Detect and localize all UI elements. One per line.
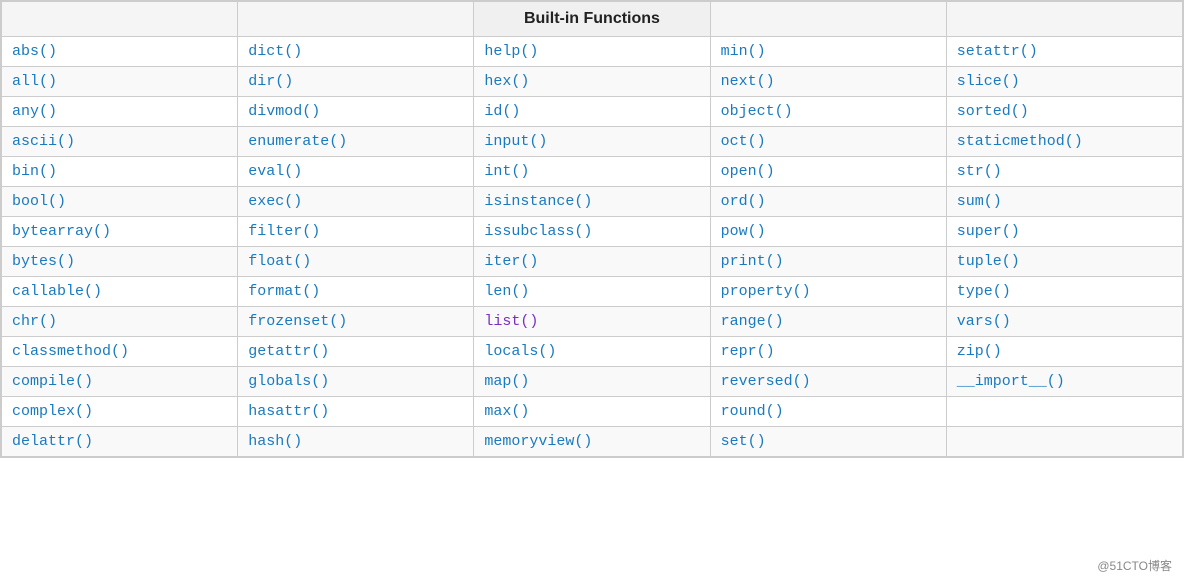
table-cell: chr() (2, 307, 238, 337)
table-cell: format() (238, 277, 474, 307)
table-cell: compile() (2, 367, 238, 397)
table-row: bool()exec()isinstance()ord()sum() (2, 187, 1183, 217)
table-cell: max() (474, 397, 710, 427)
table-cell: oct() (710, 127, 946, 157)
table-cell: min() (710, 37, 946, 67)
table-cell: memoryview() (474, 427, 710, 457)
table-row: classmethod()getattr()locals()repr()zip(… (2, 337, 1183, 367)
table-cell: bytes() (2, 247, 238, 277)
table-cell: open() (710, 157, 946, 187)
table-cell: pow() (710, 217, 946, 247)
table-cell: len() (474, 277, 710, 307)
table-row: delattr()hash()memoryview()set() (2, 427, 1183, 457)
table-cell: slice() (946, 67, 1182, 97)
table-cell: reversed() (710, 367, 946, 397)
table-cell: hex() (474, 67, 710, 97)
watermark-label: @51CTO博客 (1097, 557, 1172, 574)
table-row: abs()dict()help()min()setattr() (2, 37, 1183, 67)
table-cell: bin() (2, 157, 238, 187)
table-cell (946, 427, 1182, 457)
main-container: Built-in Functions abs()dict()help()min(… (0, 0, 1184, 458)
table-cell: str() (946, 157, 1182, 187)
table-cell: int() (474, 157, 710, 187)
table-cell: sum() (946, 187, 1182, 217)
table-cell: abs() (2, 37, 238, 67)
table-cell: map() (474, 367, 710, 397)
table-cell: vars() (946, 307, 1182, 337)
table-row: compile()globals()map()reversed()__impor… (2, 367, 1183, 397)
table-row: bytes()float()iter()print()tuple() (2, 247, 1183, 277)
table-cell: sorted() (946, 97, 1182, 127)
table-row: ascii()enumerate()input()oct()staticmeth… (2, 127, 1183, 157)
table-cell: locals() (474, 337, 710, 367)
table-cell: bytearray() (2, 217, 238, 247)
table-cell: divmod() (238, 97, 474, 127)
table-cell: dict() (238, 37, 474, 67)
table-cell: enumerate() (238, 127, 474, 157)
table-cell: __import__() (946, 367, 1182, 397)
col-header-2 (238, 2, 474, 37)
table-cell: super() (946, 217, 1182, 247)
table-cell: next() (710, 67, 946, 97)
table-cell (946, 397, 1182, 427)
table-cell: ord() (710, 187, 946, 217)
table-cell: all() (2, 67, 238, 97)
table-cell: property() (710, 277, 946, 307)
table-cell: delattr() (2, 427, 238, 457)
table-cell: isinstance() (474, 187, 710, 217)
table-cell: object() (710, 97, 946, 127)
col-header-4 (710, 2, 946, 37)
table-cell: hash() (238, 427, 474, 457)
table-cell: getattr() (238, 337, 474, 367)
table-cell: globals() (238, 367, 474, 397)
table-cell: issubclass() (474, 217, 710, 247)
table-cell: float() (238, 247, 474, 277)
table-cell: list() (474, 307, 710, 337)
table-cell: filter() (238, 217, 474, 247)
table-cell: staticmethod() (946, 127, 1182, 157)
table-row: bin()eval()int()open()str() (2, 157, 1183, 187)
table-cell: bool() (2, 187, 238, 217)
table-row: all()dir()hex()next()slice() (2, 67, 1183, 97)
table-row: chr()frozenset()list()range()vars() (2, 307, 1183, 337)
table-cell: any() (2, 97, 238, 127)
table-title: Built-in Functions (474, 2, 710, 37)
table-cell: callable() (2, 277, 238, 307)
table-cell: zip() (946, 337, 1182, 367)
table-row: bytearray()filter()issubclass()pow()supe… (2, 217, 1183, 247)
table-row: any()divmod()id()object()sorted() (2, 97, 1183, 127)
table-cell: setattr() (946, 37, 1182, 67)
table-cell: ascii() (2, 127, 238, 157)
table-cell: exec() (238, 187, 474, 217)
table-row: complex()hasattr()max()round() (2, 397, 1183, 427)
table-cell: hasattr() (238, 397, 474, 427)
table-cell: range() (710, 307, 946, 337)
col-header-5 (946, 2, 1182, 37)
table-cell: dir() (238, 67, 474, 97)
table-cell: round() (710, 397, 946, 427)
builtins-table: Built-in Functions abs()dict()help()min(… (1, 1, 1183, 457)
table-cell: repr() (710, 337, 946, 367)
table-cell: eval() (238, 157, 474, 187)
table-cell: iter() (474, 247, 710, 277)
table-cell: id() (474, 97, 710, 127)
table-cell: complex() (2, 397, 238, 427)
table-cell: help() (474, 37, 710, 67)
table-cell: input() (474, 127, 710, 157)
table-cell: set() (710, 427, 946, 457)
table-cell: type() (946, 277, 1182, 307)
table-row: callable()format()len()property()type() (2, 277, 1183, 307)
col-header-1 (2, 2, 238, 37)
table-cell: print() (710, 247, 946, 277)
table-cell: tuple() (946, 247, 1182, 277)
table-cell: classmethod() (2, 337, 238, 367)
table-cell: frozenset() (238, 307, 474, 337)
